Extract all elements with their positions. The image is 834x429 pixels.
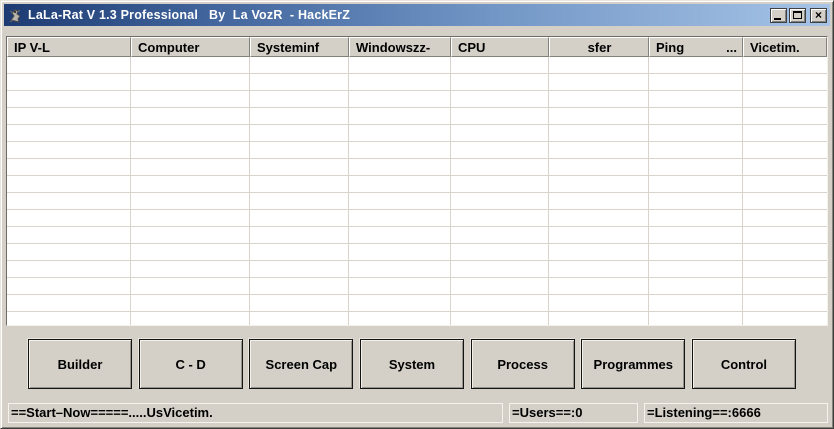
control-button[interactable]: Control bbox=[692, 339, 796, 389]
column-header-ip[interactable]: IP V-L bbox=[7, 37, 131, 57]
app-window: LaLa-Rat V 1.3 Professional By La VozR -… bbox=[0, 0, 834, 429]
status-users-panel: =Users==:0 bbox=[509, 403, 638, 423]
column-header-cpu[interactable]: CPU bbox=[451, 37, 549, 57]
close-button[interactable]: × bbox=[810, 8, 827, 23]
maximize-button[interactable] bbox=[789, 8, 806, 23]
process-button[interactable]: Process bbox=[471, 339, 575, 389]
status-start-panel: ==Start–Now=====.....UsVicetim. bbox=[8, 403, 503, 423]
ping-label: Ping bbox=[656, 40, 684, 56]
titlebar-controls: × bbox=[770, 8, 827, 23]
close-icon: × bbox=[811, 8, 826, 23]
grid-column-line bbox=[130, 57, 131, 325]
system-button[interactable]: System bbox=[360, 339, 464, 389]
titlebar[interactable]: LaLa-Rat V 1.3 Professional By La VozR -… bbox=[4, 4, 830, 26]
maximize-icon bbox=[793, 11, 802, 19]
grid-column-line bbox=[249, 57, 250, 325]
listview-body[interactable] bbox=[7, 57, 827, 325]
column-header-systeminf[interactable]: Systeminf bbox=[250, 37, 349, 57]
column-header-windows[interactable]: Windowszz- bbox=[349, 37, 451, 57]
builder-button[interactable]: Builder bbox=[28, 339, 132, 389]
grid-column-line bbox=[348, 57, 349, 325]
minimize-icon bbox=[774, 18, 781, 20]
grid-column-line bbox=[648, 57, 649, 325]
status-listening-panel: =Listening==:6666 bbox=[644, 403, 828, 423]
grid-column-line bbox=[742, 57, 743, 325]
c-d-button[interactable]: C - D bbox=[139, 339, 243, 389]
screen-cap-button[interactable]: Screen Cap bbox=[249, 339, 353, 389]
minimize-button[interactable] bbox=[770, 8, 787, 23]
window-title: LaLa-Rat V 1.3 Professional By La VozR -… bbox=[28, 8, 770, 22]
column-header-sfer[interactable]: sfer bbox=[549, 37, 649, 57]
programmes-button[interactable]: Programmes bbox=[581, 339, 685, 389]
app-icon bbox=[7, 7, 24, 24]
grid-column-line bbox=[548, 57, 549, 325]
victims-listview[interactable]: IP V-L Computer Systeminf Windowszz- CPU… bbox=[6, 36, 828, 326]
ping-ellipsis: ... bbox=[726, 40, 737, 56]
listview-header: IP V-L Computer Systeminf Windowszz- CPU… bbox=[7, 37, 827, 57]
grid-column-line bbox=[450, 57, 451, 325]
command-button-row: Builder C - D Screen Cap System Process … bbox=[28, 339, 796, 389]
column-header-vicetim[interactable]: Vicetim. bbox=[743, 37, 827, 57]
column-header-computer[interactable]: Computer bbox=[131, 37, 250, 57]
column-header-ping[interactable]: Ping ... bbox=[649, 37, 743, 57]
